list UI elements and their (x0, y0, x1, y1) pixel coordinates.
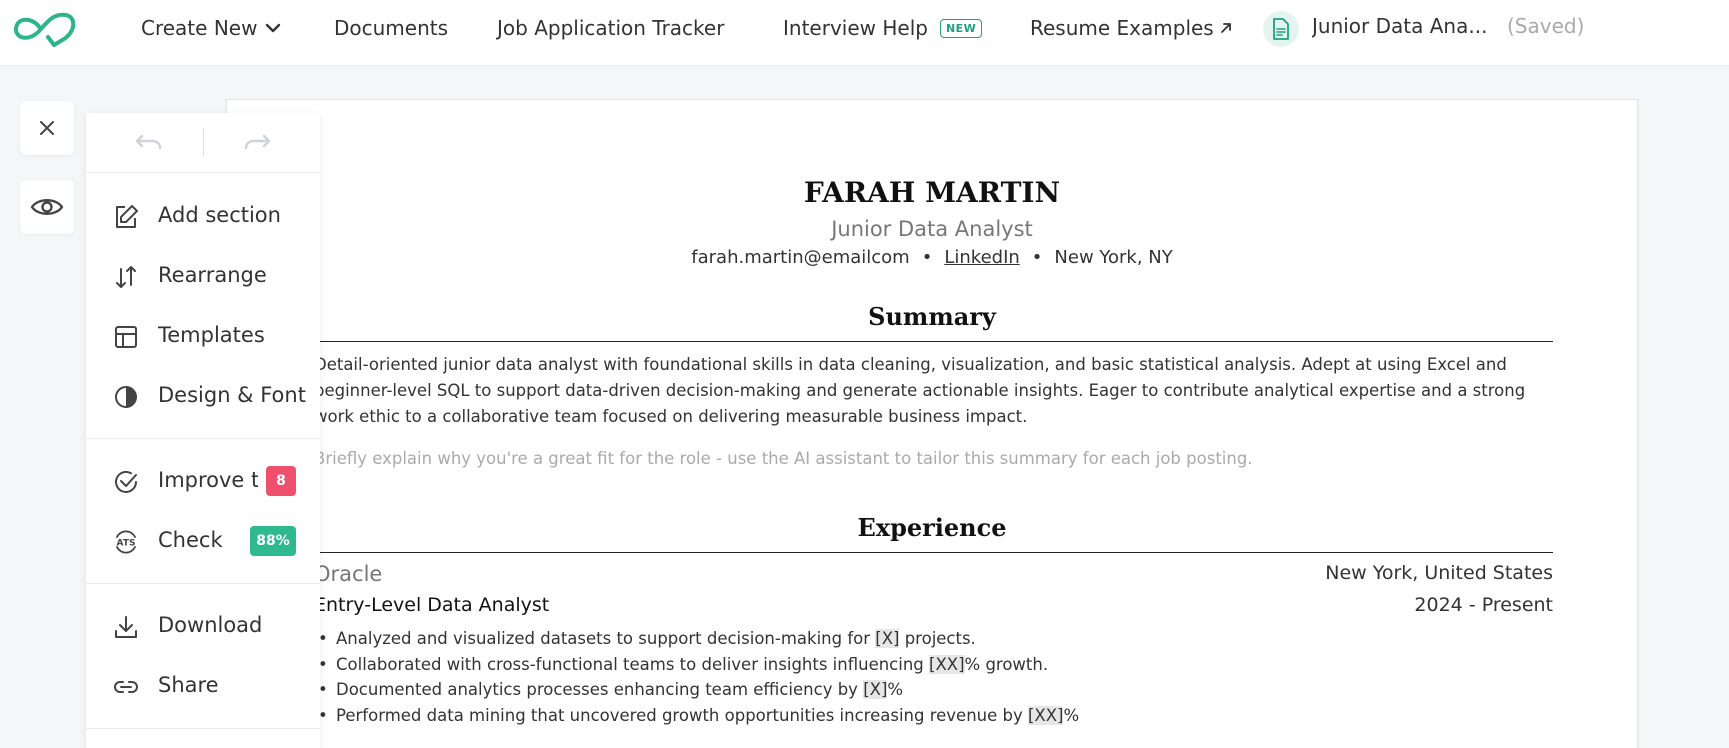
resume-location[interactable]: New York, NY (1054, 247, 1172, 268)
nav-resume-examples[interactable]: Resume Examples (1030, 14, 1233, 42)
separator-dot: • (1031, 247, 1043, 268)
close-icon (40, 121, 54, 135)
document-icon (1263, 11, 1299, 47)
resume-contact-line: farah.martin@emailcom • LinkedIn • New York,… (226, 247, 1638, 268)
nav-job-application-tracker[interactable]: Job Application Tracker (497, 14, 724, 42)
svg-text:ATS: ATS (117, 539, 136, 549)
link-icon (114, 681, 138, 693)
bullet-text: Documented analytics processes enhancing… (336, 680, 864, 699)
editor-tools-menu: Add section Rearrange Templates Design &… (86, 113, 320, 748)
share-button[interactable]: Share (86, 661, 320, 711)
separator-dot: • (921, 247, 933, 268)
document-title[interactable]: Junior Data Ana... (1312, 14, 1496, 38)
design-font-label: Design & Font (158, 383, 306, 407)
nav-interview-help[interactable]: Interview Help NEW (783, 14, 983, 42)
templates-button[interactable]: Templates (86, 311, 320, 361)
placeholder-chip: [XX] (929, 654, 965, 674)
nav-documents[interactable]: Documents (334, 14, 448, 42)
experience-bullets: Analyzed and visualized datasets to supp… (314, 626, 1553, 728)
download-label: Download (158, 613, 263, 637)
list-item[interactable]: Performed data mining that uncovered gro… (314, 703, 1553, 729)
menu-divider (86, 728, 320, 729)
job-tracker-label: Job Application Tracker (497, 16, 725, 40)
company-location[interactable]: New York, United States (1325, 562, 1553, 584)
close-button[interactable] (20, 101, 74, 155)
improve-text-button[interactable]: Improve te 8 (86, 456, 320, 506)
undo-icon[interactable] (134, 131, 164, 155)
experience-divider (314, 552, 1553, 553)
menu-divider (86, 438, 320, 439)
bullet-text: % (887, 680, 904, 699)
list-item[interactable]: Documented analytics processes enhancing… (314, 677, 1553, 703)
check-label: Check (158, 528, 223, 552)
ats-score-badge: 88% (250, 526, 296, 556)
download-icon (115, 616, 137, 638)
edit-square-icon (116, 205, 138, 228)
add-section-label: Add section (158, 203, 281, 227)
bullet-text: Performed data mining that uncovered gro… (336, 705, 1028, 725)
interview-help-label: Interview Help (783, 16, 928, 40)
placeholder-chip: [XX] (1028, 705, 1064, 725)
eye-icon (30, 199, 64, 215)
bullet-text: % growth. (964, 654, 1049, 674)
bullet-text: Collaborated with cross-functional teams… (336, 654, 930, 674)
list-item[interactable]: Analyzed and visualized datasets to supp… (314, 626, 1553, 652)
undo-redo-row (86, 113, 320, 173)
resume-role[interactable]: Junior Data Analyst (226, 217, 1638, 241)
contrast-icon (115, 386, 137, 408)
saved-status: (Saved) (1507, 14, 1585, 38)
summary-divider (314, 341, 1553, 342)
rearrange-button[interactable]: Rearrange (86, 251, 320, 301)
preview-button[interactable] (20, 180, 74, 234)
chevron-down-icon (266, 23, 281, 33)
share-label: Share (158, 673, 219, 697)
top-navigation-bar: Create New Documents Job Application Tra… (0, 0, 1729, 66)
bullet-text: % (1063, 705, 1080, 725)
create-new-menu[interactable]: Create New (141, 14, 281, 42)
placeholder-chip: [X] (875, 629, 900, 648)
summary-heading[interactable]: Summary (226, 302, 1638, 331)
check-circle-icon (115, 470, 137, 493)
job-dates[interactable]: 2024 - Present (1414, 594, 1553, 616)
job-title[interactable]: Entry-Level Data Analyst (314, 594, 549, 616)
list-item[interactable]: Collaborated with cross-functional teams… (314, 652, 1553, 678)
resume-name[interactable]: FARAH MARTIN (226, 176, 1638, 209)
improve-text-label: Improve te (158, 468, 258, 492)
rearrange-arrows-icon (116, 266, 136, 288)
templates-label: Templates (158, 323, 265, 347)
rearrange-label: Rearrange (158, 263, 267, 287)
company-name[interactable]: Oracle (314, 562, 382, 586)
menu-divider (86, 583, 320, 584)
resume-examples-label: Resume Examples (1030, 16, 1214, 40)
external-link-arrow-icon (1220, 23, 1231, 33)
create-new-label: Create New (141, 16, 258, 40)
resume-email[interactable]: farah.martin@emailcom (691, 247, 909, 268)
design-font-button[interactable]: Design & Font (86, 371, 320, 421)
documents-label: Documents (334, 16, 449, 40)
bullet-text: projects. (899, 629, 976, 648)
download-button[interactable]: Download (86, 601, 320, 651)
improve-count-badge: 8 (266, 466, 296, 496)
ats-check-button[interactable]: ATS Check 88% (86, 516, 320, 566)
summary-text[interactable]: Detail-oriented junior data analyst with… (314, 352, 1553, 430)
undo-redo-separator (203, 129, 204, 157)
new-badge: NEW (939, 18, 983, 38)
logo-icon[interactable] (10, 9, 78, 47)
summary-hint: Briefly explain why you're a great fit f… (314, 449, 1253, 468)
layout-template-icon (115, 326, 137, 348)
resume-linkedin-link[interactable]: LinkedIn (944, 247, 1019, 268)
experience-heading[interactable]: Experience (226, 513, 1638, 542)
placeholder-chip: [X] (863, 680, 888, 699)
bullet-text: Analyzed and visualized datasets to supp… (336, 629, 876, 648)
redo-icon[interactable] (242, 131, 272, 155)
add-section-button[interactable]: Add section (86, 191, 320, 241)
ats-icon: ATS (116, 530, 136, 554)
